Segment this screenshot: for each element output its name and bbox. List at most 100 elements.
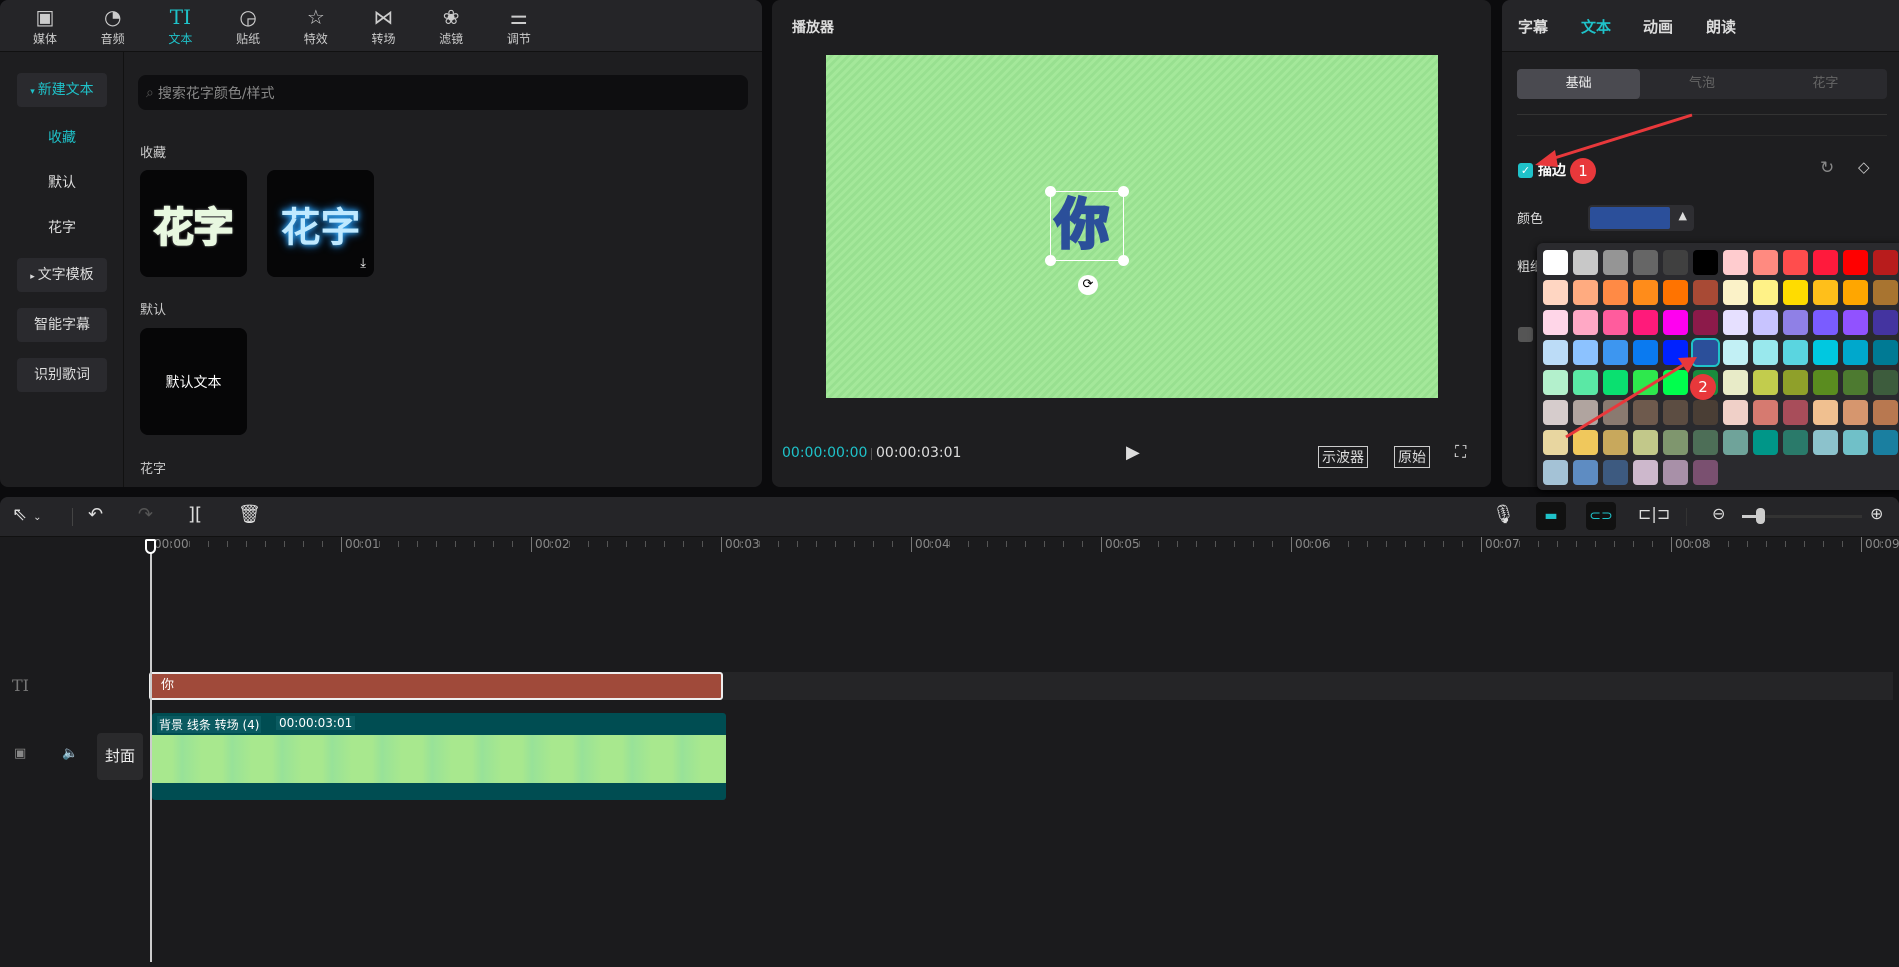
video-clip[interactable]: 背景 线条 转场 (4) 00:00:03:01 — [152, 713, 726, 800]
ruler-tick — [1709, 541, 1710, 547]
ruler-tick — [284, 541, 285, 547]
ruler-tick — [645, 541, 646, 547]
ruler-tick — [1424, 541, 1425, 547]
delete-icon[interactable]: 🗑 — [238, 504, 261, 525]
ruler-tick — [436, 541, 437, 547]
ruler-tick — [360, 541, 361, 547]
chevron-down-icon[interactable]: ⌄ — [33, 512, 41, 523]
ruler-tick — [1500, 541, 1501, 547]
ruler-tick — [1443, 541, 1444, 547]
redo-icon[interactable]: ↷ — [138, 504, 153, 525]
video-clip-name: 背景 线条 转场 (4) — [157, 716, 262, 733]
preview-axis-icon[interactable]: ⊏|⊐ — [1638, 504, 1670, 523]
arrow-1-line — [1547, 113, 1693, 162]
ruler-tick — [1519, 541, 1520, 547]
ruler-tick — [1766, 541, 1767, 547]
split-icon[interactable]: ][ — [188, 504, 202, 525]
ruler-tick — [664, 541, 665, 547]
ruler-tick — [1747, 541, 1748, 547]
video-clip-duration: 00:00:03:01 — [276, 716, 356, 730]
ruler-tick — [1462, 541, 1463, 547]
ruler-tick — [1348, 541, 1349, 547]
arrow-2-line — [1565, 362, 1686, 439]
ruler-tick — [892, 541, 893, 547]
undo-icon[interactable]: ↶ — [88, 504, 103, 525]
ruler-tick — [550, 541, 551, 547]
ruler-tick — [816, 541, 817, 547]
ruler-tick — [1196, 541, 1197, 547]
ruler-tick — [208, 541, 209, 547]
annotation-badge-2: 2 — [1690, 374, 1716, 400]
ruler-tick — [265, 541, 266, 547]
ruler-tick — [588, 541, 589, 547]
ruler-tick — [1595, 541, 1596, 547]
text-clip[interactable]: 你 — [149, 672, 723, 700]
ruler-tick — [1310, 541, 1311, 547]
ruler-tick — [322, 541, 323, 547]
playhead-handle[interactable] — [145, 539, 156, 554]
ruler-tick — [1386, 541, 1387, 547]
ruler-tick — [569, 541, 570, 547]
microphone-icon[interactable]: 🎙 — [1492, 504, 1515, 525]
ruler-tick — [1006, 541, 1007, 547]
ruler-tick — [1804, 541, 1805, 547]
ruler-tick — [1329, 541, 1330, 547]
ruler-tick — [417, 541, 418, 547]
ruler-tick — [1120, 541, 1121, 547]
ruler-tick — [1044, 541, 1045, 547]
ruler-tick — [1082, 541, 1083, 547]
magnet-snap-icon[interactable]: ▬ — [1536, 502, 1566, 530]
ruler-tick — [170, 541, 171, 547]
ruler-tick — [873, 541, 874, 547]
ruler-tick — [1272, 541, 1273, 547]
ruler-tick — [379, 541, 380, 547]
video-clip-thumbnail — [152, 735, 726, 783]
ruler-tick — [246, 541, 247, 547]
ruler-tick — [702, 541, 703, 547]
ruler-tick — [1139, 541, 1140, 547]
ruler-tick — [797, 541, 798, 547]
arrow-1-head — [1535, 150, 1558, 167]
ruler-tick — [1880, 541, 1881, 547]
ruler-tick — [683, 541, 684, 547]
ruler-tick — [1215, 541, 1216, 547]
ruler-tick — [1253, 541, 1254, 547]
ruler-tick — [1633, 541, 1634, 547]
select-tool-icon[interactable]: ⇖ ⌄ — [12, 504, 41, 525]
ruler-tick — [1690, 541, 1691, 547]
ruler-tick — [303, 541, 304, 547]
ruler-tick — [1728, 541, 1729, 547]
ruler-tick — [1177, 541, 1178, 547]
ruler-tick — [778, 541, 779, 547]
ruler-tick — [455, 541, 456, 547]
zoom-out-icon[interactable]: ⊖ — [1712, 504, 1725, 523]
playhead[interactable] — [150, 545, 152, 962]
ruler-tick — [930, 541, 931, 547]
zoom-in-icon[interactable]: ⊕ — [1870, 504, 1883, 523]
toolbar-divider — [1686, 508, 1687, 526]
ruler-tick — [626, 541, 627, 547]
ruler-tick — [740, 541, 741, 547]
ruler-tick — [854, 541, 855, 547]
ruler-tick — [759, 541, 760, 547]
ruler-tick — [1652, 541, 1653, 547]
annotation-badge-1: 1 — [1570, 158, 1596, 184]
link-icon[interactable]: ⊂⊃ — [1586, 502, 1616, 530]
ruler-tick — [1557, 541, 1558, 547]
video-track-icon[interactable]: ▣ — [14, 746, 26, 761]
ruler-tick — [1367, 541, 1368, 547]
toolbar-divider — [72, 508, 73, 526]
ruler-tick — [512, 541, 513, 547]
cover-button[interactable]: 封面 — [97, 733, 143, 780]
mute-audio-icon[interactable]: 🔈 — [62, 746, 78, 761]
text-track-icon: TI — [12, 676, 29, 695]
ruler-tick — [1158, 541, 1159, 547]
ruler-tick — [493, 541, 494, 547]
zoom-slider[interactable] — [1742, 508, 1862, 524]
ruler-tick — [1538, 541, 1539, 547]
zoom-slider-thumb[interactable] — [1756, 508, 1765, 524]
ruler-tick — [474, 541, 475, 547]
ruler-tick — [1785, 541, 1786, 547]
ruler-tick — [1234, 541, 1235, 547]
ruler-tick — [1025, 541, 1026, 547]
